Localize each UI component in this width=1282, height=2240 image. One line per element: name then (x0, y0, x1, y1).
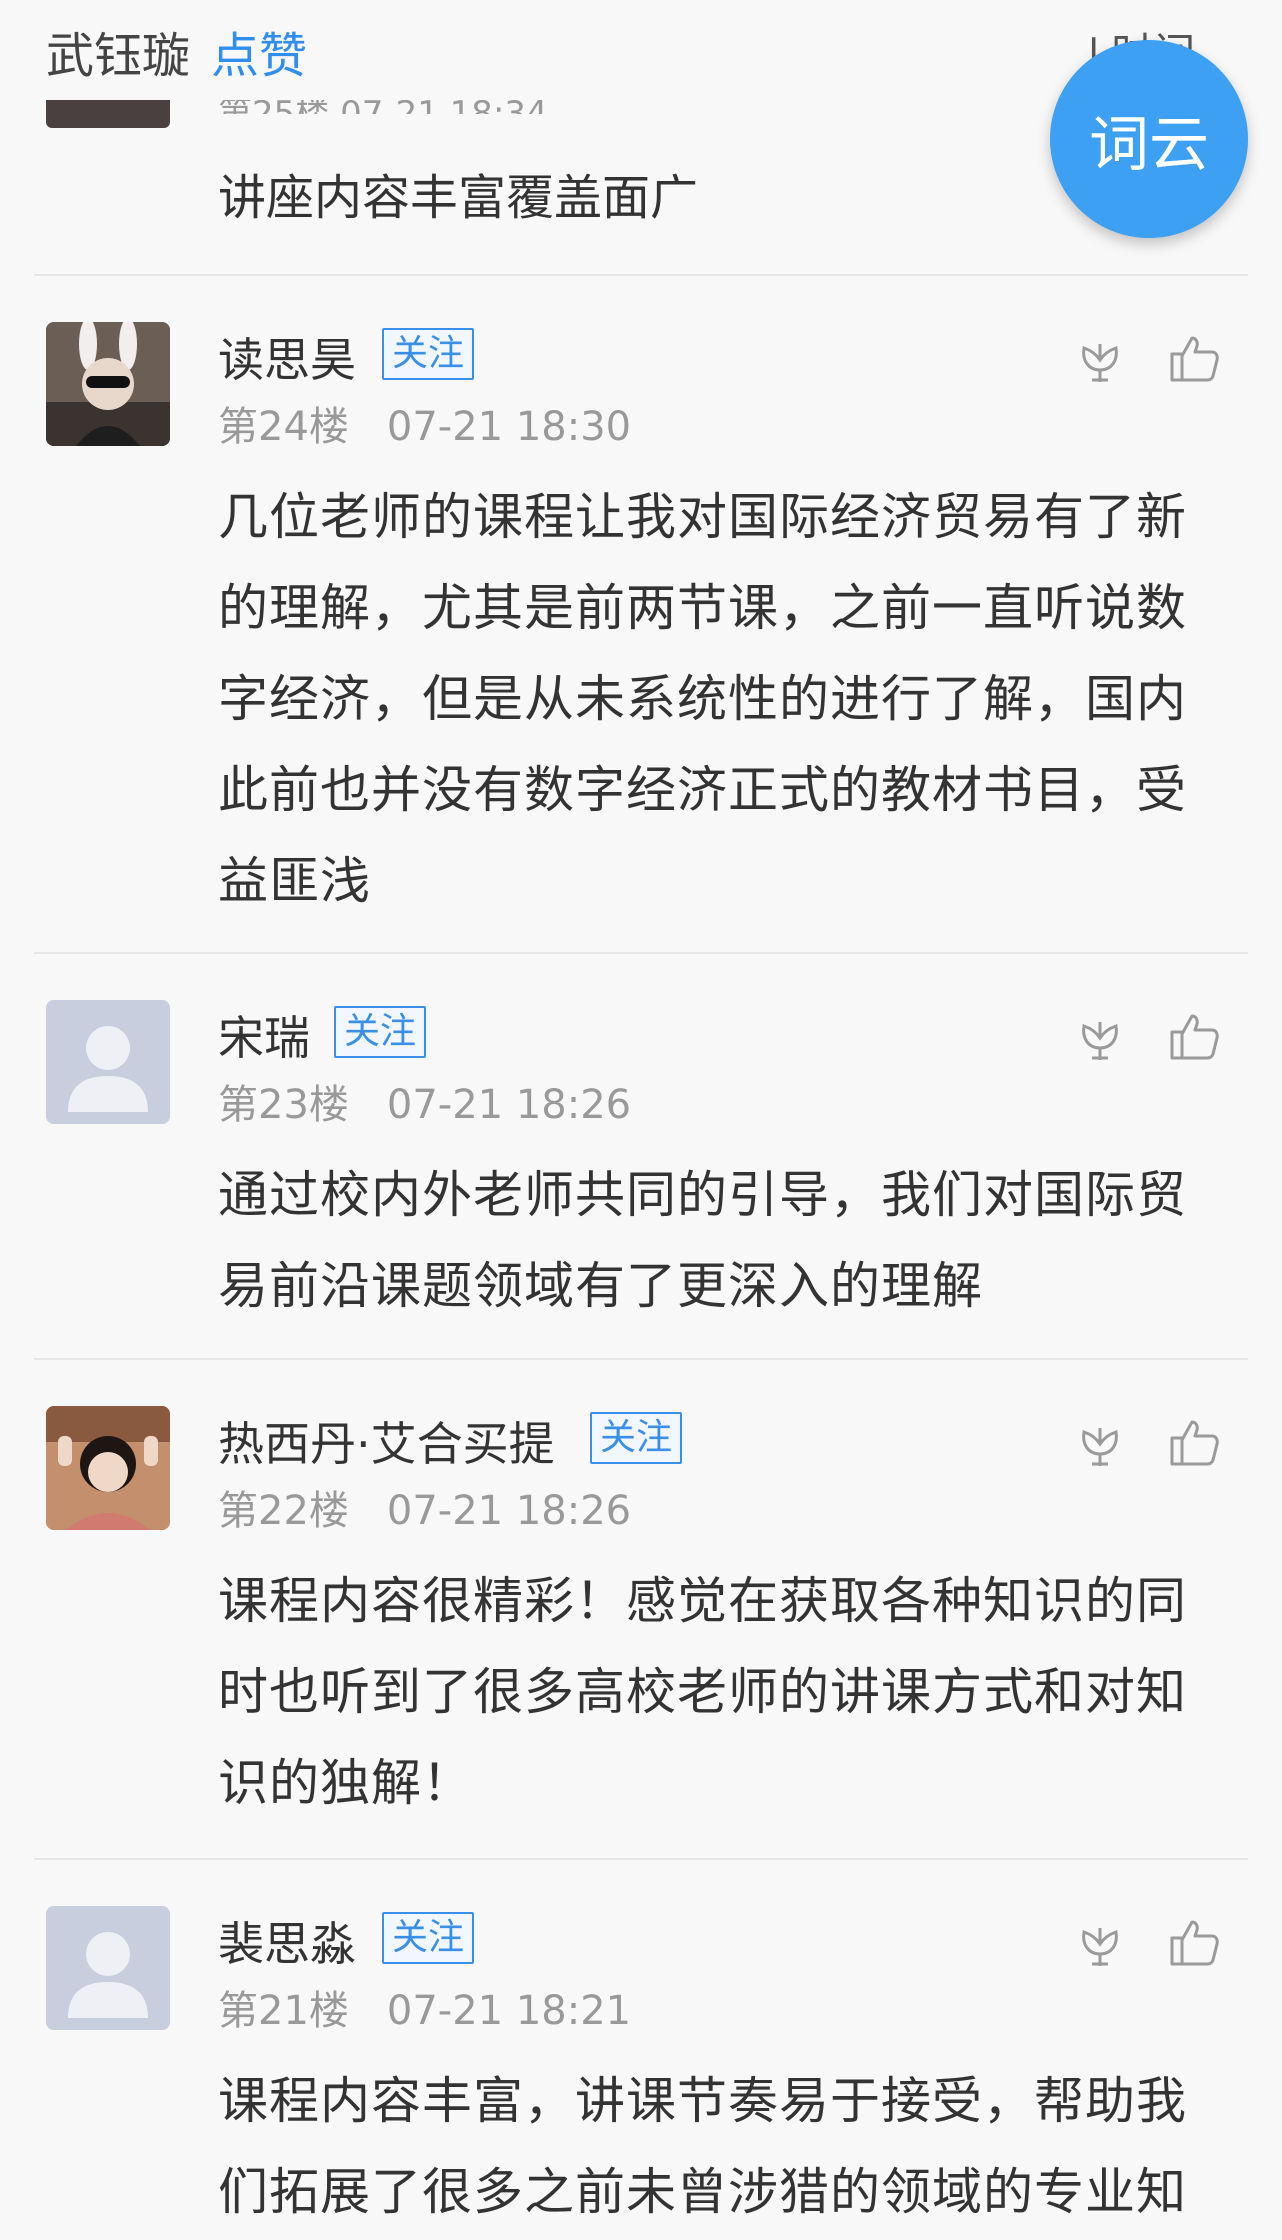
username[interactable]: 裴思淼 (218, 1908, 356, 1974)
flower-icon[interactable] (1072, 330, 1128, 386)
word-cloud-label: 词云 (1089, 109, 1209, 180)
comment-meta: 第23楼 07-21 18:26 (218, 1072, 631, 1130)
thumbs-up-icon[interactable] (1166, 1008, 1222, 1064)
thumbs-up-icon[interactable] (1166, 1914, 1222, 1970)
username[interactable]: 宋瑞 (218, 1002, 310, 1068)
comment-time: 07-21 18:26 (386, 1488, 632, 1534)
username[interactable]: 读思昊 (218, 324, 356, 390)
flower-icon[interactable] (1072, 1914, 1128, 1970)
comment-meta: 第24楼 07-21 18:30 (218, 394, 631, 452)
avatar[interactable] (46, 1000, 170, 1124)
floor-number: 第21楼 (218, 1988, 349, 2034)
comment-text: 几位老师的课程让我对国际经济贸易有了新的理解，尤其是前两节课，之前一直听说数字经… (218, 488, 1187, 910)
avatar[interactable] (46, 322, 170, 446)
thumbs-up-icon[interactable] (1166, 330, 1222, 386)
floor-number: 第23楼 (218, 1082, 349, 1128)
follow-button[interactable]: 关注 (334, 1006, 427, 1058)
username[interactable]: 热西丹·艾合买提 (218, 1408, 555, 1474)
floor-number: 第22楼 (218, 1488, 349, 1534)
thumbs-up-icon[interactable] (1166, 1414, 1222, 1470)
comment-text: 通过校内外老师共同的引导，我们对国际贸易前沿课题领域有了更深入的理解 (218, 1166, 1187, 1315)
comment-text: 讲座内容丰富覆盖面广 (218, 170, 699, 226)
avatar[interactable] (46, 100, 170, 128)
comment-text: 课程内容丰富，讲课节奏易于接受，帮助我们拓展了很多之前未曾涉猎的领域的专业知 (218, 2072, 1187, 2221)
avatar[interactable] (46, 1906, 170, 2030)
divider (34, 274, 1248, 276)
comment-time: 07-21 18:21 (386, 1988, 632, 2034)
floor-number: 第24楼 (218, 404, 349, 450)
flower-icon[interactable] (1072, 1008, 1128, 1064)
word-cloud-button[interactable]: 词云 (1050, 40, 1248, 238)
divider (34, 1858, 1248, 1860)
avatar[interactable] (46, 1406, 170, 1530)
comment-meta: 第21楼 07-21 18:21 (218, 1978, 631, 2036)
like-action-label: 点赞 (211, 28, 308, 84)
follow-button[interactable]: 关注 (382, 1912, 475, 1964)
divider (34, 952, 1248, 954)
flower-icon[interactable] (1072, 1414, 1128, 1470)
follow-button[interactable]: 关注 (590, 1412, 683, 1464)
follow-button[interactable]: 关注 (382, 328, 475, 380)
comment-time: 07-21 18:30 (386, 404, 632, 450)
liker-name[interactable]: 武钰璇 (46, 16, 190, 86)
divider (34, 1358, 1248, 1360)
comment-text: 课程内容很精彩！感觉在获取各种知识的同时也听到了很多高校老师的讲课方式和对知识的… (218, 1572, 1187, 1812)
comment-meta: 第22楼 07-21 18:26 (218, 1478, 631, 1536)
comment-time: 07-21 18:26 (386, 1082, 632, 1128)
